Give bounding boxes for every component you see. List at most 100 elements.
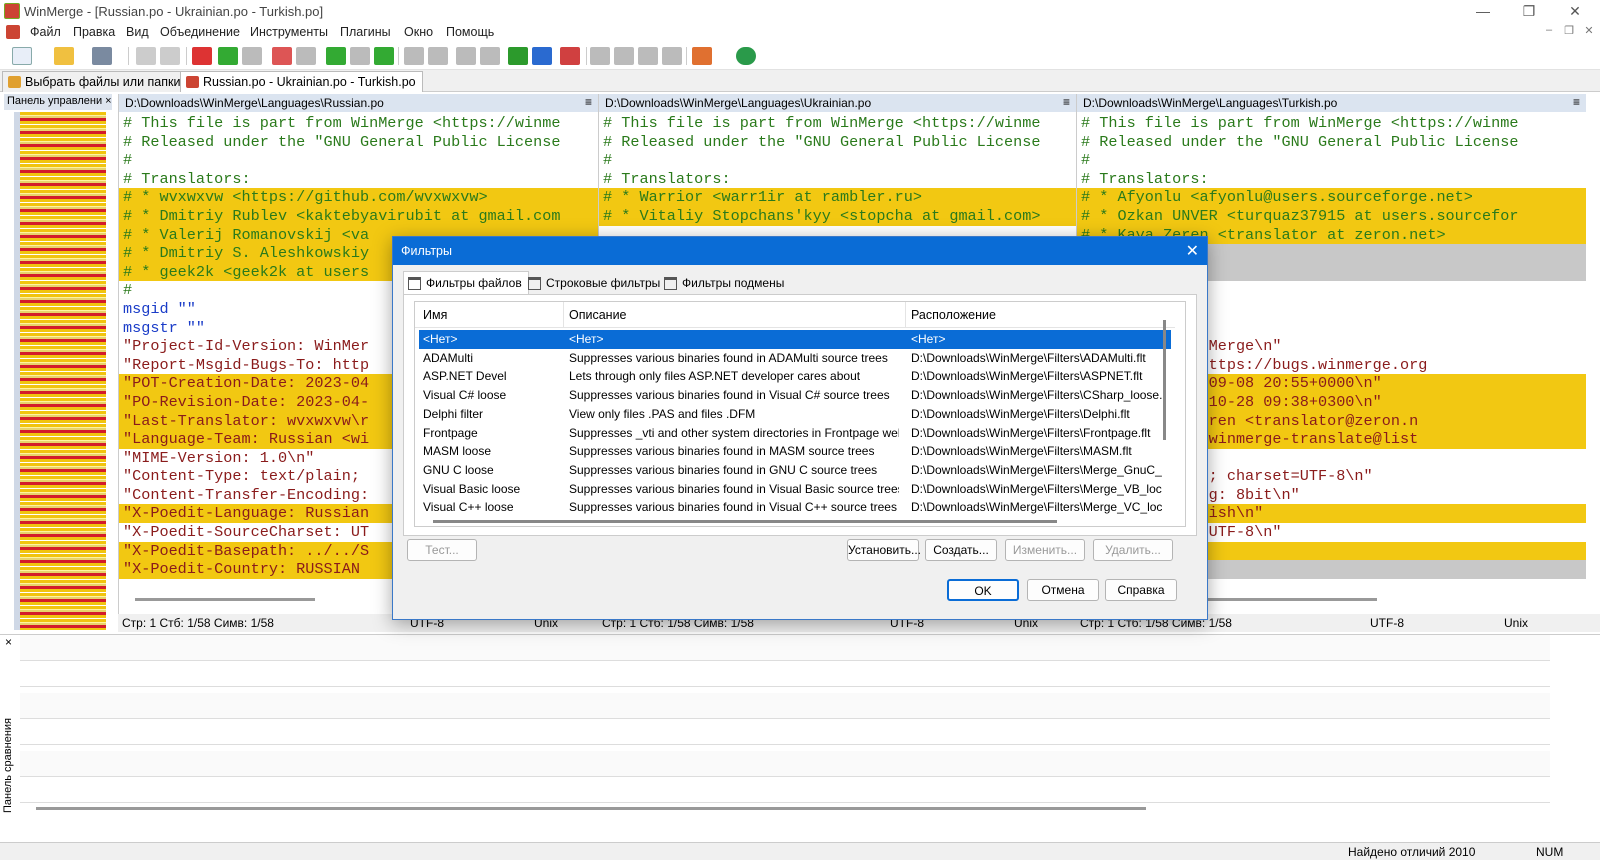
menu-help[interactable]: Помощь	[446, 25, 494, 39]
horizontal-scrollbar[interactable]	[36, 807, 1146, 810]
column-name[interactable]: Имя	[423, 308, 447, 322]
compare-line-right[interactable]	[20, 751, 1550, 777]
table-row[interactable]: <Нет> <Нет> <Нет>	[419, 330, 1171, 349]
restore-icon[interactable]: ❐	[1506, 0, 1552, 22]
code-line[interactable]: #	[119, 151, 598, 170]
copy-left-icon[interactable]	[428, 47, 448, 65]
open-icon[interactable]	[54, 47, 74, 65]
compare-line-right-2[interactable]	[20, 777, 1550, 803]
menu-file[interactable]: Файл	[30, 25, 61, 39]
move-last-icon[interactable]	[662, 47, 682, 65]
cancel-button[interactable]: Отмена	[1027, 579, 1099, 601]
tab-line-filters[interactable]: Строковые фильтры	[523, 271, 667, 295]
code-line[interactable]: #	[599, 151, 1076, 170]
prev-diff-icon[interactable]	[242, 47, 262, 65]
compare-line-middle-2[interactable]	[20, 719, 1550, 745]
dialog-close-icon[interactable]: ✕	[1186, 241, 1199, 261]
options-icon[interactable]	[692, 47, 712, 65]
copy-right-icon[interactable]	[404, 47, 424, 65]
all-right-icon[interactable]	[508, 47, 528, 65]
table-row[interactable]: ASP.NET Devel Lets through only files ASP…	[419, 367, 1171, 386]
table-row[interactable]: Visual C++ loose Suppresses various binar…	[419, 498, 1171, 517]
delete-button[interactable]: Удалить...	[1093, 539, 1173, 561]
tab-file-filters[interactable]: Фильтры файлов	[403, 271, 529, 295]
last-conflict-icon[interactable]	[296, 47, 316, 65]
menu-edit[interactable]: Правка	[73, 25, 115, 39]
move-next-icon[interactable]	[638, 47, 658, 65]
pane-menu-icon[interactable]: ≡	[1063, 95, 1070, 109]
code-line[interactable]: # * Dmitriy Rublev <kaktebyavirubit at g…	[119, 206, 598, 226]
mdi-minimize-icon[interactable]: –	[1540, 24, 1558, 40]
column-location[interactable]: Расположение	[911, 308, 996, 322]
first-conflict-icon[interactable]	[272, 47, 292, 65]
horizontal-scrollbar[interactable]	[135, 598, 315, 601]
tab-substitution-filters[interactable]: Фильтры подмены	[659, 271, 791, 295]
table-row[interactable]: Delphi filter View only files .PAS and fi…	[419, 405, 1171, 424]
code-line[interactable]: #	[1077, 151, 1586, 170]
move-first-icon[interactable]	[590, 47, 610, 65]
compare-line-middle[interactable]	[20, 693, 1550, 719]
close-icon[interactable]: ×	[5, 635, 12, 649]
minimize-icon[interactable]: —	[1460, 0, 1506, 22]
tab-compare[interactable]: Russian.po - Ukrainian.po - Turkish.po	[180, 71, 423, 92]
code-line[interactable]: # * Warrior <warr1ir at rambler.ru>	[599, 188, 1076, 207]
code-line[interactable]: # * Ozkan UNVER <turquaz37915 at users.s…	[1077, 206, 1586, 226]
code-line[interactable]: # Translators:	[1077, 170, 1586, 189]
redo-icon[interactable]	[160, 47, 180, 65]
table-row[interactable]: MASM loose Suppresses various binaries fo…	[419, 442, 1171, 461]
first-diff-icon[interactable]	[326, 47, 346, 65]
last-diff-icon[interactable]	[374, 47, 394, 65]
menu-window[interactable]: Окно	[404, 25, 433, 39]
code-line[interactable]: # * Vitaliy Stopchans'kyy <stopcha at gm…	[599, 206, 1076, 226]
mdi-close-icon[interactable]: ✕	[1580, 24, 1598, 40]
current-diff-icon[interactable]	[192, 47, 212, 65]
move-prev-icon[interactable]	[614, 47, 634, 65]
code-line[interactable]: # This file is part from WinMerge <https…	[599, 114, 1076, 133]
filters-list[interactable]: Имя Описание Расположение <Нет> <Нет> <Нет…	[414, 301, 1186, 527]
pane-menu-icon[interactable]: ≡	[1573, 95, 1580, 109]
test-button[interactable]: Тест...	[407, 539, 477, 561]
horizontal-scrollbar[interactable]	[433, 520, 1057, 523]
code-view[interactable]: # This file is part from WinMerge <https…	[599, 114, 1076, 226]
tab-open-files[interactable]: Выбрать файлы или папки	[2, 71, 188, 92]
pane-menu-icon[interactable]: ≡	[585, 95, 592, 109]
menu-plugins[interactable]: Плагины	[340, 25, 391, 39]
document-icon[interactable]	[6, 25, 20, 39]
install-button[interactable]: Установить...	[847, 539, 921, 561]
all-left-icon[interactable]	[532, 47, 552, 65]
code-line[interactable]: # Released under the "GNU General Public…	[119, 133, 598, 152]
table-row[interactable]: Visual C# loose Suppresses various binari…	[419, 386, 1171, 405]
code-line[interactable]: # * wvxwxvw <https://github.com/wvxwxvw>	[119, 188, 598, 207]
ok-button[interactable]: OK	[947, 579, 1019, 601]
prev-conflict-icon[interactable]	[350, 47, 370, 65]
menu-tools[interactable]: Инструменты	[250, 25, 328, 39]
table-row[interactable]: ADAMulti Suppresses various binaries foun…	[419, 349, 1171, 368]
code-line[interactable]: # This file is part from WinMerge <https…	[1077, 114, 1586, 133]
code-line[interactable]: # Translators:	[599, 170, 1076, 189]
menu-view[interactable]: Вид	[126, 25, 149, 39]
help-button[interactable]: Справка	[1105, 579, 1177, 601]
copy-left-advance-icon[interactable]	[480, 47, 500, 65]
create-button[interactable]: Создать...	[925, 539, 997, 561]
code-line[interactable]: # Translators:	[119, 170, 598, 189]
column-divider[interactable]	[905, 302, 906, 328]
table-row[interactable]: GNU C loose Suppresses various binaries f…	[419, 461, 1171, 480]
compare-line-left[interactable]	[20, 635, 1550, 661]
table-row[interactable]: Frontpage Suppresses _vti and other syste…	[419, 424, 1171, 443]
undo-icon[interactable]	[136, 47, 156, 65]
code-line[interactable]: # This file is part from WinMerge <https…	[119, 114, 598, 133]
mdi-restore-icon[interactable]: ❐	[1560, 24, 1578, 40]
menu-merge[interactable]: Объединение	[160, 25, 240, 39]
close-icon[interactable]: ×	[105, 95, 111, 107]
compare-icon[interactable]	[560, 47, 580, 65]
save-icon[interactable]	[92, 47, 112, 65]
code-line[interactable]: # * Afyonlu <afyonlu@users.sourceforge.n…	[1077, 188, 1586, 207]
table-row[interactable]: Visual Basic loose Suppresses various bin…	[419, 480, 1171, 499]
new-icon[interactable]	[12, 47, 32, 65]
copy-right-advance-icon[interactable]	[456, 47, 476, 65]
column-description[interactable]: Описание	[569, 308, 627, 322]
refresh-icon[interactable]	[736, 47, 756, 65]
next-diff-icon[interactable]	[218, 47, 238, 65]
column-divider[interactable]	[563, 302, 564, 328]
diff-location-map[interactable]	[14, 112, 106, 630]
